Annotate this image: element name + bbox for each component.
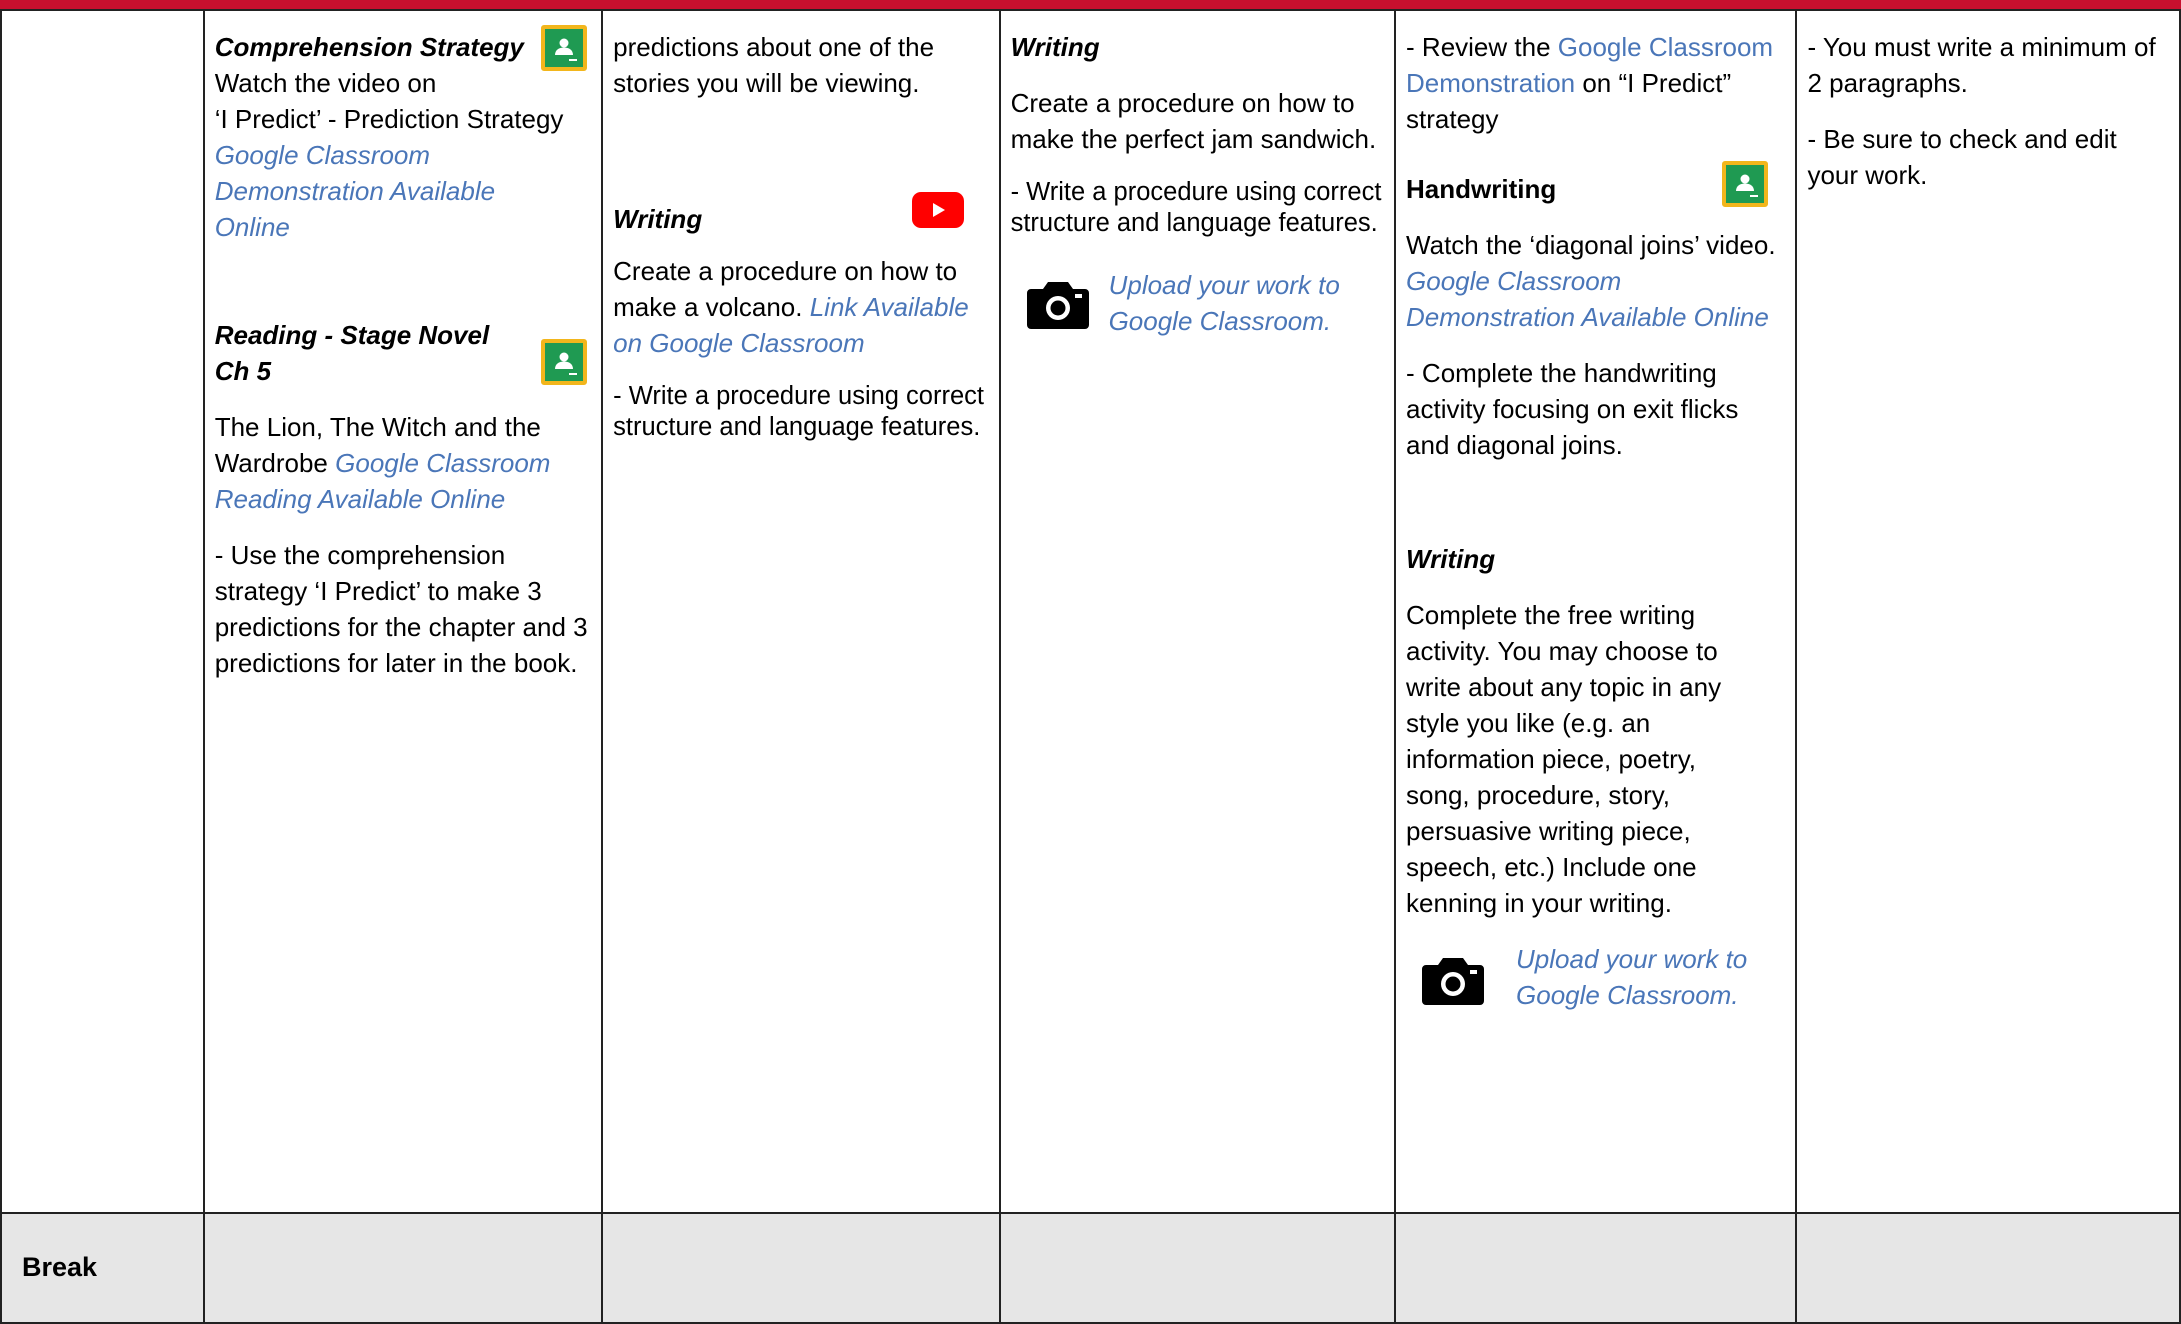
handwriting-text: Watch the ‘diagonal joins’ video. Google… bbox=[1406, 230, 1776, 332]
camera-icon bbox=[1422, 958, 1485, 1005]
check-edit-reminder: - Be sure to check and edit your work. bbox=[1807, 124, 2117, 190]
day-cell-2: predictions about one of the stories you… bbox=[601, 9, 1001, 1214]
break-cell bbox=[1795, 1212, 2181, 1324]
day-cell-4: - Review the Google Classroom Demonstrat… bbox=[1394, 9, 1798, 1214]
predictions-intro: predictions about one of the stories you… bbox=[613, 32, 935, 98]
review-demonstration-text: - Review the Google Classroom Demonstrat… bbox=[1406, 32, 1774, 134]
google-classroom-icon[interactable] bbox=[540, 25, 587, 71]
top-accent-bar bbox=[0, 0, 2181, 9]
upload-classroom-link[interactable]: Upload your work to Google Classroom. bbox=[1109, 267, 1369, 339]
reading-task: - Use the comprehension strategy ‘I Pred… bbox=[214, 540, 588, 678]
day-cell-5: - You must write a minimum of 2 paragrap… bbox=[1795, 9, 2181, 1214]
break-cell bbox=[998, 1212, 1397, 1324]
lesson-row: Comprehension Strategy Watch the video o… bbox=[0, 9, 2181, 1214]
volcano-procedure-text: Create a procedure on how to make a volc… bbox=[613, 256, 969, 358]
break-row: Break bbox=[0, 1212, 2181, 1324]
handwriting-classroom-link[interactable]: Google Classroom Demonstration Available… bbox=[1406, 266, 1769, 332]
break-cell bbox=[1394, 1212, 1798, 1324]
day-cell-1: Comprehension Strategy Watch the video o… bbox=[202, 9, 604, 1214]
comprehension-line-1: Watch the video on bbox=[214, 68, 437, 98]
google-classroom-icon[interactable] bbox=[540, 339, 587, 385]
break-cell bbox=[202, 1212, 604, 1324]
jam-sandwich-procedure-text: Create a procedure on how to make the pe… bbox=[1010, 88, 1377, 154]
google-classroom-icon[interactable] bbox=[1722, 161, 1769, 207]
day-cell-3: Writing Create a procedure on how to mak… bbox=[998, 9, 1397, 1214]
timetable-grid: Comprehension Strategy Watch the video o… bbox=[0, 9, 2181, 1324]
break-label: Break bbox=[22, 1252, 98, 1282]
paragraph-requirement: - You must write a minimum of 2 paragrap… bbox=[1807, 32, 2156, 98]
youtube-play-icon[interactable] bbox=[911, 191, 965, 229]
reading-heading: Reading - Stage Novel Ch 5 bbox=[214, 320, 490, 386]
time-label-cell bbox=[0, 9, 205, 1214]
break-label-cell: Break bbox=[0, 1212, 205, 1324]
free-writing-text: Complete the free writing activity. You … bbox=[1406, 600, 1722, 918]
writing-heading: Writing bbox=[1406, 544, 1496, 574]
upload-work-prompt: Upload your work to Google Classroom. bbox=[1011, 267, 1382, 339]
jam-sandwich-procedure-task: - Write a procedure using correct struct… bbox=[1010, 178, 1382, 237]
comprehension-heading: Comprehension Strategy bbox=[214, 32, 524, 62]
camera-icon bbox=[1026, 282, 1089, 329]
comprehension-classroom-link[interactable]: Google Classroom Demonstration Available… bbox=[215, 137, 515, 245]
upload-work-prompt: Upload your work to Google Classroom. bbox=[1406, 941, 1783, 1013]
handwriting-task: - Complete the handwriting activity focu… bbox=[1406, 358, 1739, 460]
break-cell bbox=[601, 1212, 1001, 1324]
writing-heading: Writing bbox=[1010, 32, 1100, 62]
volcano-procedure-task: - Write a procedure using correct struct… bbox=[613, 382, 984, 441]
reading-text: The Lion, The Witch and the Wardrobe Goo… bbox=[214, 412, 551, 514]
upload-classroom-link[interactable]: Upload your work to Google Classroom. bbox=[1516, 941, 1776, 1013]
comprehension-line-2: ‘I Predict’ - Prediction Strategy bbox=[214, 104, 564, 134]
